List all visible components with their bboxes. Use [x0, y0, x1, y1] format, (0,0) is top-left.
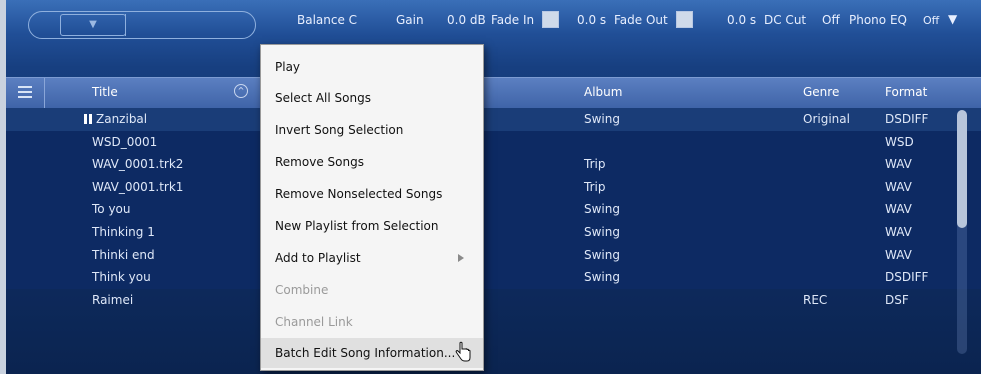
song-genre: REC — [803, 292, 828, 307]
song-album: Swing — [584, 224, 620, 239]
song-format: DSDIFF — [885, 112, 929, 126]
toolbar: ▼ Balance C Gain 0.0 dB Fade In 0.0 s Fa… — [6, 0, 981, 44]
menu-item-label: Remove Nonselected Songs — [275, 187, 443, 201]
hand-cursor-icon — [455, 341, 471, 362]
song-album: Swing — [584, 270, 620, 285]
menu-item-label: Channel Link — [275, 315, 353, 329]
table-row[interactable]: Thinking 1 Swing WAV — [6, 220, 981, 244]
menu-item-label: New Playlist from Selection — [275, 219, 439, 233]
song-format: DSF — [885, 292, 909, 307]
sort-ascending-icon[interactable]: ^ — [234, 84, 248, 98]
song-album: Swing — [584, 112, 620, 126]
pause-icon — [84, 114, 92, 124]
table-row[interactable]: WAV_0001.trk1 Trip WAV — [6, 175, 981, 199]
column-header-format[interactable]: Format — [885, 85, 927, 99]
balance-control[interactable]: Balance C — [297, 13, 357, 27]
gain-label: Gain — [396, 13, 424, 27]
song-title: Zanzibal — [96, 112, 148, 126]
menu-item-add-to-playlist[interactable]: Add to Playlist — [261, 243, 483, 273]
menu-item-label: Play — [275, 60, 301, 74]
column-header-title[interactable]: Title — [92, 85, 118, 99]
gain-value[interactable]: 0.0 dB — [447, 13, 486, 27]
column-header-album[interactable]: Album — [584, 85, 622, 99]
menu-item-new-playlist-from-selection[interactable]: New Playlist from Selection — [261, 211, 483, 241]
phono-eq-value[interactable]: Off — [923, 14, 939, 27]
header-divider — [44, 78, 45, 108]
song-format: DSDIFF — [885, 270, 929, 285]
song-album: Trip — [584, 179, 606, 194]
context-menu: Play Select All Songs Invert Song Select… — [260, 44, 484, 371]
song-list: Zanzibal Swing Original DSDIFF WSD_0001 … — [6, 108, 981, 311]
hamburger-menu-icon[interactable] — [18, 86, 32, 98]
menu-item-batch-edit-song-information[interactable]: Batch Edit Song Information... — [261, 338, 483, 368]
song-format: WAV — [885, 224, 912, 239]
song-format: WSD — [885, 134, 914, 149]
fade-out-label: Fade Out — [614, 13, 668, 27]
song-title: Thinki end — [92, 247, 155, 262]
menu-item-remove-nonselected-songs[interactable]: Remove Nonselected Songs — [261, 179, 483, 209]
menu-item-label: Invert Song Selection — [275, 123, 404, 137]
menu-item-label: Batch Edit Song Information... — [275, 346, 456, 360]
table-row[interactable]: WAV_0001.trk2 Trip WAV — [6, 153, 981, 176]
fade-in-label: Fade In — [491, 13, 535, 27]
menu-item-select-all-songs[interactable]: Select All Songs — [261, 83, 483, 113]
song-format: WAV — [885, 247, 912, 262]
scrollbar-thumb[interactable] — [957, 110, 967, 228]
fade-in-value[interactable]: 0.0 s — [577, 13, 606, 27]
fade-out-checkbox[interactable] — [676, 11, 693, 28]
song-title: Raimei — [92, 292, 134, 307]
song-album: Swing — [584, 247, 620, 262]
fade-in-checkbox[interactable] — [542, 11, 559, 28]
song-title: WSD_0001 — [92, 134, 158, 149]
song-title: WAV_0001.trk1 — [92, 179, 184, 194]
menu-item-play[interactable]: Play — [261, 52, 483, 82]
volume-dropdown[interactable]: ▼ — [60, 14, 126, 36]
fade-out-value[interactable]: 0.0 s — [727, 13, 756, 27]
table-row[interactable]: WSD_0001 WSD — [6, 130, 981, 154]
menu-item-invert-song-selection[interactable]: Invert Song Selection — [261, 115, 483, 145]
song-table-header: Title ^ Album Genre Format — [6, 77, 981, 109]
menu-item-remove-songs[interactable]: Remove Songs — [261, 147, 483, 177]
phono-eq-label: Phono EQ — [849, 13, 907, 27]
table-row[interactable]: Thinki end Swing WAV — [6, 243, 981, 267]
song-genre: Original — [803, 112, 850, 126]
table-row[interactable]: Think you Swing DSDIFF — [6, 266, 981, 289]
dc-cut-label: DC Cut — [764, 13, 807, 27]
volume-slider-track[interactable] — [125, 14, 250, 36]
dc-cut-value[interactable]: Off — [822, 13, 840, 27]
song-title: Thinking 1 — [92, 224, 155, 239]
submenu-arrow-icon — [458, 254, 464, 262]
column-header-genre[interactable]: Genre — [803, 85, 839, 99]
table-row[interactable]: Zanzibal Swing Original DSDIFF — [6, 108, 981, 131]
song-album: Swing — [584, 202, 620, 217]
menu-item-label: Remove Songs — [275, 155, 364, 169]
table-row[interactable]: Raimei REC DSF — [6, 289, 981, 312]
song-format: WAV — [885, 179, 912, 194]
menu-item-label: Select All Songs — [275, 91, 371, 105]
song-format: WAV — [885, 202, 912, 217]
table-row[interactable]: To you Swing WAV — [6, 198, 981, 221]
menu-item-combine[interactable]: Combine — [261, 275, 483, 305]
song-title: To you — [92, 202, 131, 217]
phono-eq-dropdown-icon[interactable]: ▼ — [948, 12, 957, 26]
song-title: Think you — [92, 270, 151, 285]
menu-item-label: Add to Playlist — [275, 251, 361, 265]
song-title: WAV_0001.trk2 — [92, 157, 184, 172]
song-album: Trip — [584, 157, 606, 172]
menu-item-channel-link[interactable]: Channel Link — [261, 307, 483, 337]
song-format: WAV — [885, 157, 912, 172]
music-player-window: ▼ Balance C Gain 0.0 dB Fade In 0.0 s Fa… — [6, 0, 981, 374]
menu-item-label: Combine — [275, 283, 329, 297]
